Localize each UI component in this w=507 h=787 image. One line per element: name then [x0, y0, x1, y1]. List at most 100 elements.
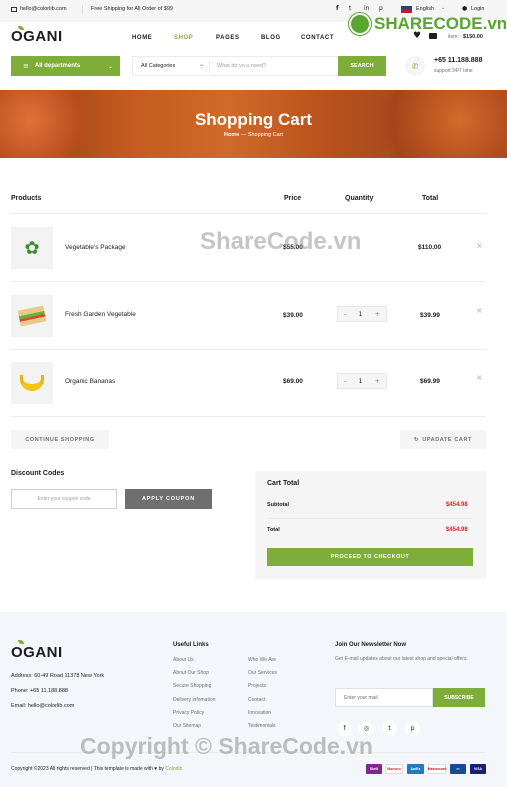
cart-item-label: item:	[448, 34, 459, 40]
nav-blog[interactable]: BLOG	[261, 35, 281, 41]
footer-link[interactable]: About Our Shop	[173, 670, 209, 676]
coupon-input[interactable]: Enter your coupon code	[11, 489, 117, 509]
footer: OGANI Address: 60-49 Road 11378 New York…	[0, 612, 507, 787]
departments-label: All departments	[34, 63, 81, 69]
footer-link[interactable]: Projects	[248, 683, 266, 689]
close-icon[interactable]: ×	[476, 241, 483, 250]
newsletter-email-input[interactable]: Enter your mail	[335, 688, 433, 707]
increase-button[interactable]: +	[375, 311, 380, 318]
pinterest-icon[interactable]: p	[379, 5, 383, 12]
nav-home[interactable]: HOME	[132, 35, 152, 41]
nav-pages[interactable]: PAGES	[216, 35, 240, 41]
twitter-icon[interactable]: t	[382, 721, 397, 736]
useful-links-title: Useful Links	[173, 642, 209, 648]
cart-total-amount: $150.00	[463, 34, 483, 40]
phone-icon: ✆	[405, 56, 425, 76]
update-cart-label: UPADATE CART	[422, 436, 472, 443]
payment-icon: ▭	[450, 764, 466, 774]
product-name: Organic Bananas	[65, 378, 116, 385]
breadcrumb-current: Shopping Cart	[247, 132, 283, 138]
table-divider	[11, 349, 486, 350]
total-value: $454.98	[446, 527, 468, 533]
copyright-watermark: Copyright © ShareCode.vn	[80, 733, 373, 759]
subtotal-label: Subtotal	[267, 502, 289, 508]
search-button[interactable]: SEARCH	[338, 56, 386, 76]
subscribe-button[interactable]: SUBSCRIBE	[433, 688, 485, 707]
departments-button[interactable]: ≡ All departments ⌄	[11, 56, 120, 76]
leaf-icon	[18, 26, 24, 30]
shipping-notice: Free Shipping for All Order of $99	[91, 6, 173, 12]
footer-link[interactable]: About Us	[173, 657, 194, 663]
search-form: All Categories ⌄ What do yo u need? SEAR…	[132, 56, 386, 76]
heart-icon[interactable]: ♥	[413, 31, 421, 41]
close-icon[interactable]: ×	[476, 373, 483, 382]
flag-icon	[401, 6, 412, 13]
footer-link[interactable]: Our Sitemap	[173, 723, 201, 729]
leaf-icon	[18, 640, 24, 644]
category-select[interactable]: All Categories	[141, 63, 175, 69]
support-hours: support 24/7 time	[434, 68, 473, 74]
quantity-stepper[interactable]: - 1 +	[337, 373, 387, 389]
search-input[interactable]: What do yo u need?	[217, 63, 266, 69]
chevron-down-icon: ⌄	[441, 5, 446, 11]
language-select[interactable]: English	[416, 6, 434, 12]
newsletter-text: Get E-mail updates about our latest shop…	[335, 656, 468, 662]
facebook-icon[interactable]: f	[336, 5, 339, 12]
login-link[interactable]: Login	[471, 6, 484, 12]
update-cart-button[interactable]: ↻ UPADATE CART	[400, 430, 486, 449]
checkout-button[interactable]: PROCEED TO CHECKOUT	[267, 548, 473, 566]
breadcrumb: Home — Shopping Cart	[0, 132, 507, 138]
refresh-icon: ↻	[414, 436, 420, 443]
vegetables-icon: ✿	[24, 237, 40, 259]
footer-link[interactable]: Who We Are	[248, 657, 276, 663]
banana-icon	[20, 375, 44, 391]
logo-text: OGANI	[11, 28, 63, 45]
apply-coupon-button[interactable]: APPLY COUPON	[125, 489, 212, 509]
bag-icon[interactable]	[429, 33, 437, 39]
colorlib-link[interactable]: Colorlib	[165, 766, 182, 772]
quantity-stepper[interactable]: - 1 +	[337, 306, 387, 322]
chevron-down-icon: ⌄	[199, 61, 205, 68]
footer-logo[interactable]: OGANI	[11, 640, 63, 661]
product-price: $69.00	[283, 378, 303, 385]
chevron-down-icon: ⌄	[107, 62, 113, 70]
table-divider	[11, 416, 486, 417]
breadcrumb-separator: —	[240, 132, 247, 138]
quantity-value[interactable]: 1	[359, 311, 363, 318]
linkedin-icon[interactable]: in	[364, 5, 369, 12]
mail-icon	[11, 7, 17, 12]
product-name: Vegetable’s Package	[65, 244, 126, 251]
footer-link[interactable]: Delivery infomation	[173, 697, 216, 703]
nav-contact[interactable]: CONTACT	[301, 35, 334, 41]
continue-shopping-button[interactable]: CONTINUE SHOPPING	[11, 430, 109, 449]
breadcrumb-banner: Shopping Cart Home — Shopping Cart	[0, 90, 507, 158]
logo[interactable]: OGANI	[11, 26, 63, 45]
footer-link[interactable]: Privacy Policy	[173, 710, 204, 716]
newsletter-placeholder: Enter your mail	[344, 695, 378, 701]
brand-watermark: SHARECODE.vn	[349, 13, 507, 35]
breadcrumb-home[interactable]: Home	[224, 132, 239, 138]
footer-link[interactable]: Secure Shopping	[173, 683, 211, 689]
decrease-button[interactable]: -	[344, 378, 346, 385]
footer-link[interactable]: Contact	[248, 697, 265, 703]
menu-icon: ≡	[23, 62, 29, 70]
page-title: Shopping Cart	[194, 110, 313, 129]
product-price: $39.00	[283, 312, 303, 319]
footer-link[interactable]: Our Services	[248, 670, 277, 676]
product-image: ✿	[11, 227, 53, 269]
footer-link[interactable]: Testimonials	[248, 723, 276, 729]
close-icon[interactable]: ×	[476, 306, 483, 315]
quantity-value[interactable]: 1	[359, 378, 363, 385]
decrease-button[interactable]: -	[344, 311, 346, 318]
twitter-icon[interactable]: t	[349, 5, 351, 12]
cart-total-title: Cart Total	[267, 480, 300, 487]
row-total: $69.99	[420, 378, 440, 385]
increase-button[interactable]: +	[375, 378, 380, 385]
pinterest-icon[interactable]: p	[405, 721, 420, 736]
row-total: $39.99	[420, 312, 440, 319]
product-name: Fresh Garden Vegetable	[65, 311, 136, 318]
footer-link[interactable]: Innovation	[248, 710, 271, 716]
col-quantity: Quantity	[345, 195, 374, 202]
product-image	[11, 295, 53, 337]
nav-shop[interactable]: SHOP	[174, 35, 193, 41]
